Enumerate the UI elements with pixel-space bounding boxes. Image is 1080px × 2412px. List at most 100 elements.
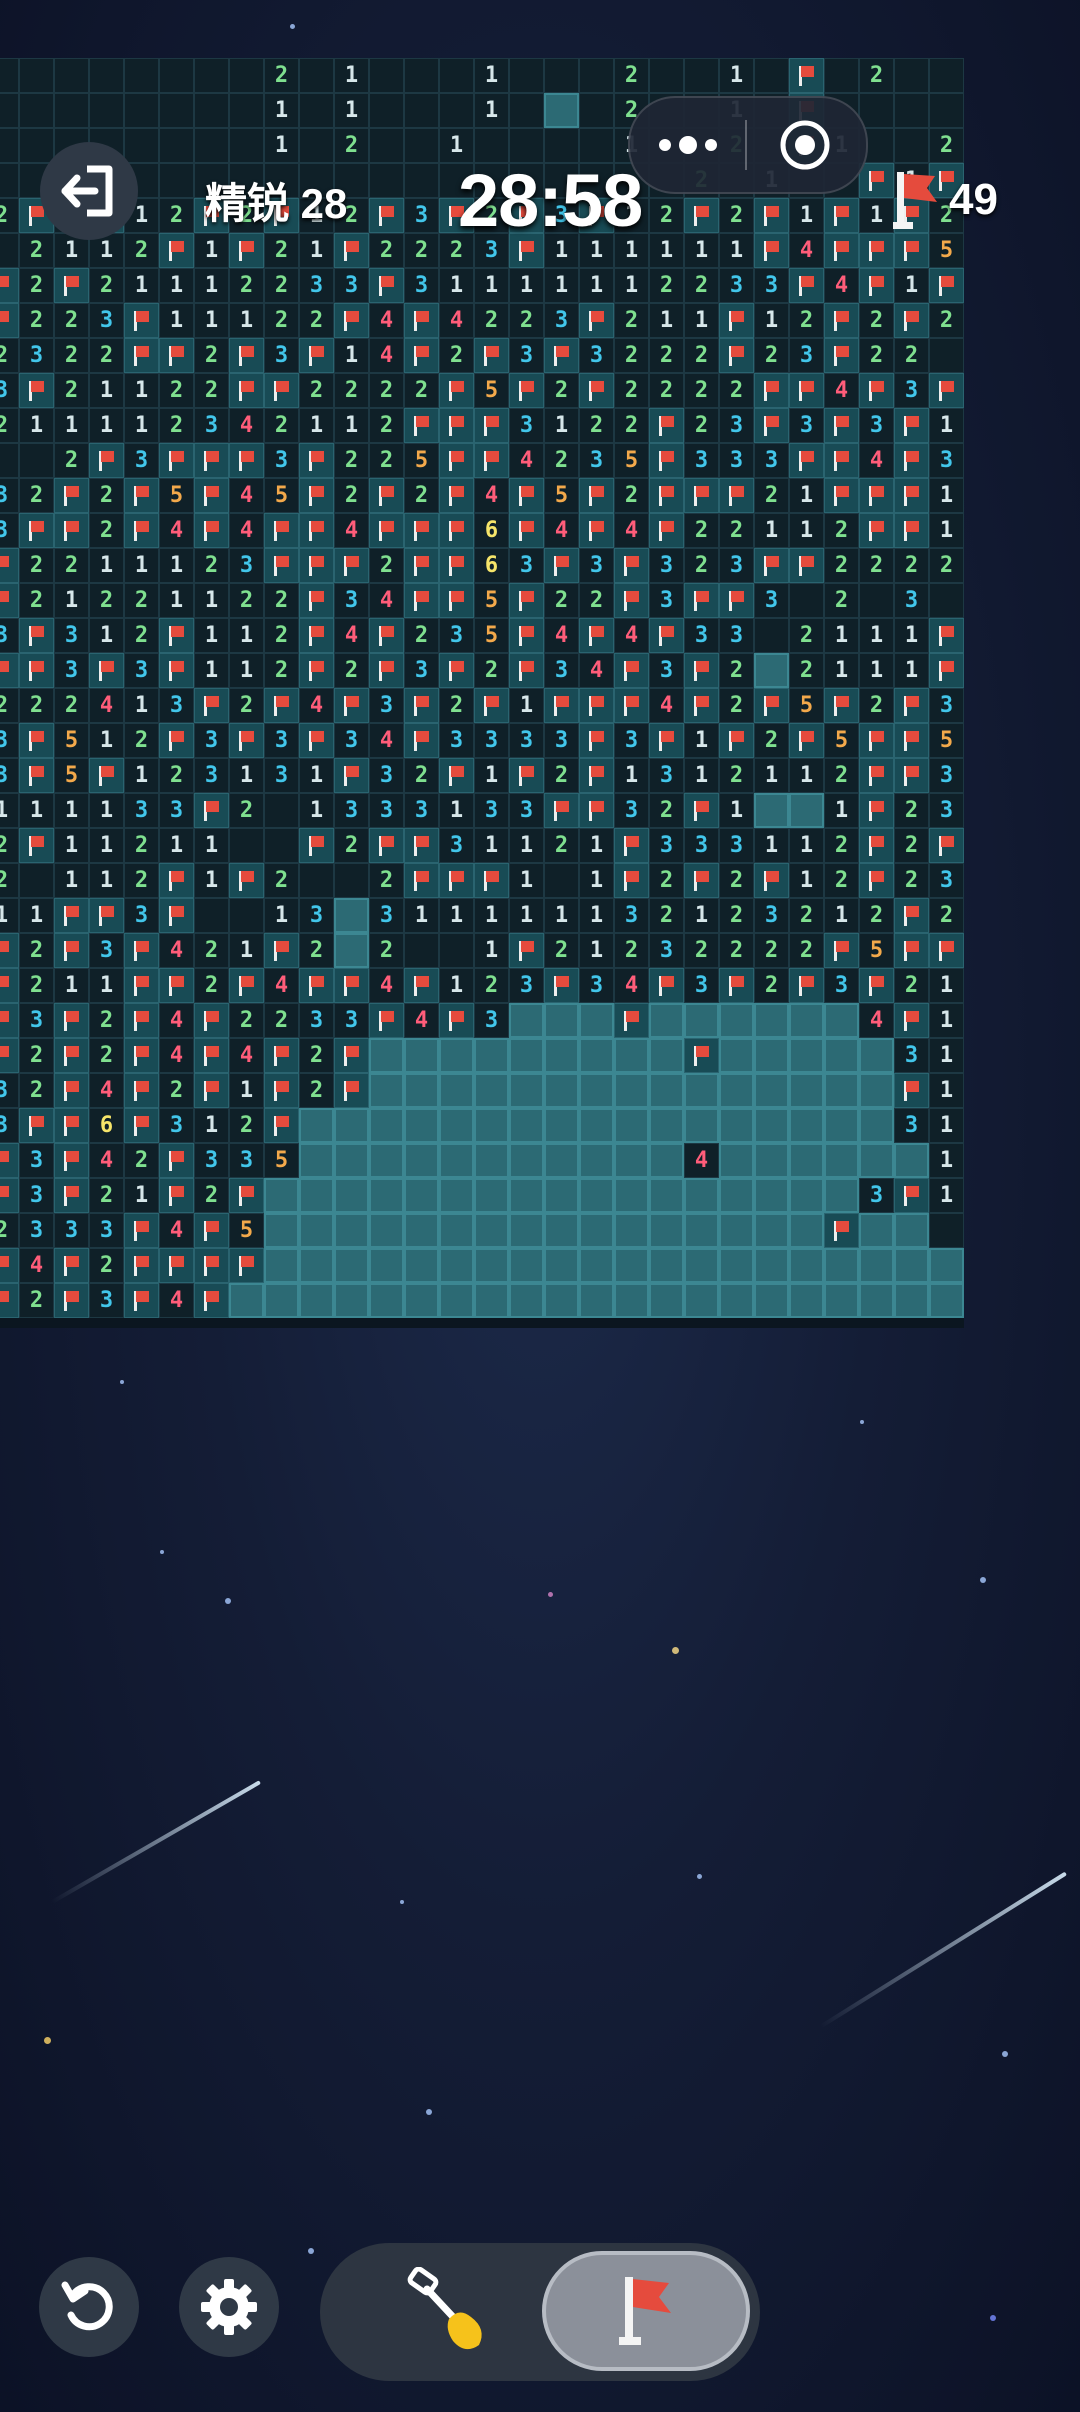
number-cell[interactable]: 2 xyxy=(334,653,369,688)
number-cell[interactable]: 1 xyxy=(474,898,509,933)
flagged-cell[interactable] xyxy=(754,198,789,233)
number-cell[interactable]: 2 xyxy=(754,338,789,373)
number-cell[interactable]: 3 xyxy=(404,268,439,303)
empty-cell[interactable] xyxy=(229,828,264,863)
flagged-cell[interactable] xyxy=(474,338,509,373)
flagged-cell[interactable] xyxy=(334,688,369,723)
unopened-cell[interactable] xyxy=(299,1108,334,1143)
number-cell[interactable]: 4 xyxy=(369,303,404,338)
empty-cell[interactable] xyxy=(894,93,929,128)
number-cell[interactable]: 1 xyxy=(124,373,159,408)
flagged-cell[interactable] xyxy=(229,863,264,898)
flagged-cell[interactable] xyxy=(369,198,404,233)
number-cell[interactable]: 1 xyxy=(929,1073,964,1108)
number-cell[interactable]: 1 xyxy=(194,828,229,863)
number-cell[interactable]: 2 xyxy=(0,338,19,373)
flagged-cell[interactable] xyxy=(0,548,19,583)
flagged-cell[interactable] xyxy=(824,303,859,338)
unopened-cell[interactable] xyxy=(859,1213,894,1248)
unopened-cell[interactable] xyxy=(264,1213,299,1248)
number-cell[interactable]: 2 xyxy=(299,933,334,968)
flagged-cell[interactable] xyxy=(0,653,19,688)
number-cell[interactable]: 2 xyxy=(719,653,754,688)
number-cell[interactable]: 3 xyxy=(404,198,439,233)
flag-mode-button[interactable] xyxy=(542,2251,750,2371)
flagged-cell[interactable] xyxy=(334,1073,369,1108)
number-cell[interactable]: 2 xyxy=(754,478,789,513)
number-cell[interactable]: 3 xyxy=(89,303,124,338)
number-cell[interactable]: 4 xyxy=(159,933,194,968)
unopened-cell[interactable] xyxy=(334,1248,369,1283)
unopened-cell[interactable] xyxy=(754,1143,789,1178)
number-cell[interactable]: 2 xyxy=(719,933,754,968)
unopened-cell[interactable] xyxy=(719,1108,754,1143)
flagged-cell[interactable] xyxy=(124,1248,159,1283)
more-dots-icon[interactable] xyxy=(630,98,745,192)
number-cell[interactable]: 1 xyxy=(264,128,299,163)
empty-cell[interactable] xyxy=(54,93,89,128)
number-cell[interactable]: 3 xyxy=(754,583,789,618)
flagged-cell[interactable] xyxy=(614,548,649,583)
flagged-cell[interactable] xyxy=(509,513,544,548)
number-cell[interactable]: 2 xyxy=(264,863,299,898)
number-cell[interactable]: 2 xyxy=(194,968,229,1003)
flagged-cell[interactable] xyxy=(404,688,439,723)
unopened-cell[interactable] xyxy=(754,1248,789,1283)
flagged-cell[interactable] xyxy=(649,513,684,548)
number-cell[interactable]: 3 xyxy=(719,828,754,863)
number-cell[interactable]: 2 xyxy=(0,408,19,443)
empty-cell[interactable] xyxy=(579,58,614,93)
flagged-cell[interactable] xyxy=(194,1038,229,1073)
flagged-cell[interactable] xyxy=(194,688,229,723)
unopened-cell[interactable] xyxy=(614,1248,649,1283)
flagged-cell[interactable] xyxy=(89,758,124,793)
empty-cell[interactable] xyxy=(894,128,929,163)
flagged-cell[interactable] xyxy=(789,443,824,478)
flagged-cell[interactable] xyxy=(404,828,439,863)
number-cell[interactable]: 4 xyxy=(89,1073,124,1108)
number-cell[interactable]: 4 xyxy=(474,478,509,513)
number-cell[interactable]: 2 xyxy=(19,688,54,723)
flagged-cell[interactable] xyxy=(124,303,159,338)
number-cell[interactable]: 1 xyxy=(544,268,579,303)
empty-cell[interactable] xyxy=(19,93,54,128)
number-cell[interactable]: 2 xyxy=(124,583,159,618)
empty-cell[interactable] xyxy=(194,898,229,933)
number-cell[interactable]: 2 xyxy=(614,478,649,513)
number-cell[interactable]: 1 xyxy=(509,688,544,723)
number-cell[interactable]: 4 xyxy=(89,1143,124,1178)
flagged-cell[interactable] xyxy=(789,58,824,93)
unopened-cell[interactable] xyxy=(684,1073,719,1108)
flagged-cell[interactable] xyxy=(509,618,544,653)
number-cell[interactable]: 3 xyxy=(369,793,404,828)
number-cell[interactable]: 3 xyxy=(509,793,544,828)
number-cell[interactable]: 2 xyxy=(404,618,439,653)
number-cell[interactable]: 2 xyxy=(544,758,579,793)
unopened-cell[interactable] xyxy=(719,1213,754,1248)
flagged-cell[interactable] xyxy=(124,933,159,968)
flagged-cell[interactable] xyxy=(614,583,649,618)
unopened-cell[interactable] xyxy=(684,1283,719,1318)
unopened-cell[interactable] xyxy=(509,1178,544,1213)
number-cell[interactable]: 2 xyxy=(894,828,929,863)
unopened-cell[interactable] xyxy=(369,1178,404,1213)
unopened-cell[interactable] xyxy=(894,1248,929,1283)
number-cell[interactable]: 3 xyxy=(859,408,894,443)
flagged-cell[interactable] xyxy=(649,478,684,513)
unopened-cell[interactable] xyxy=(404,1038,439,1073)
flagged-cell[interactable] xyxy=(544,968,579,1003)
number-cell[interactable]: 3 xyxy=(0,373,19,408)
number-cell[interactable]: 1 xyxy=(194,618,229,653)
unopened-cell[interactable] xyxy=(789,1248,824,1283)
unopened-cell[interactable] xyxy=(544,1283,579,1318)
flagged-cell[interactable] xyxy=(299,443,334,478)
unopened-cell[interactable] xyxy=(649,1213,684,1248)
unopened-cell[interactable] xyxy=(754,793,789,828)
number-cell[interactable]: 1 xyxy=(719,58,754,93)
number-cell[interactable]: 1 xyxy=(684,723,719,758)
number-cell[interactable]: 2 xyxy=(509,303,544,338)
number-cell[interactable]: 3 xyxy=(894,583,929,618)
number-cell[interactable]: 2 xyxy=(649,898,684,933)
empty-cell[interactable] xyxy=(229,128,264,163)
flagged-cell[interactable] xyxy=(229,723,264,758)
